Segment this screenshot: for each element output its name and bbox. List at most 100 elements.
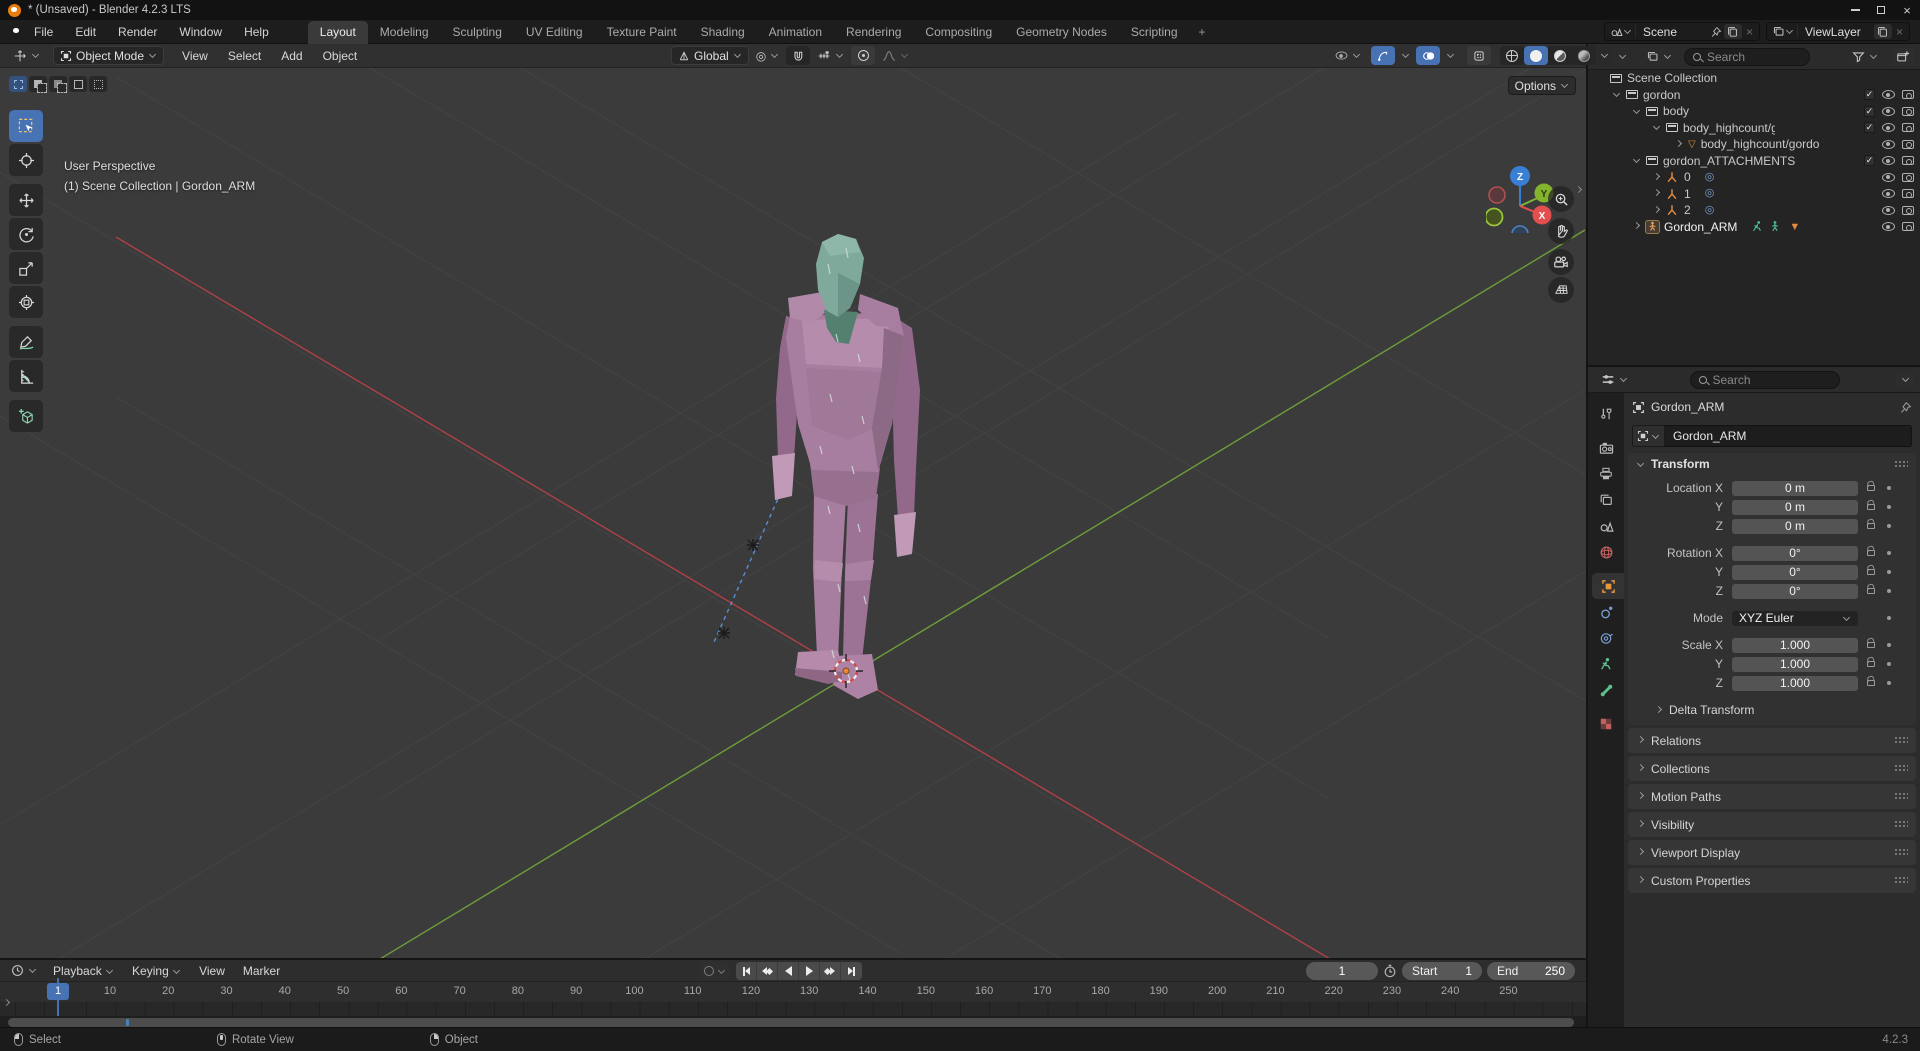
expand-icon[interactable] [1633, 156, 1640, 163]
transform-orientation-dropdown[interactable]: Global [671, 46, 749, 65]
select-mode-extend[interactable] [29, 76, 47, 92]
properties-search-input[interactable]: Search [1690, 371, 1840, 389]
shading-material-button[interactable] [1548, 46, 1572, 65]
render-visibility-icon[interactable] [1902, 206, 1914, 215]
tab-sculpting[interactable]: Sculpting [441, 21, 514, 44]
shading-dropdown[interactable] [1596, 46, 1613, 65]
expand-icon[interactable] [1653, 189, 1660, 196]
panel-drag-handle[interactable] [1894, 876, 1908, 885]
jump-to-start-button[interactable] [736, 962, 757, 980]
hide-eye-icon[interactable] [1882, 189, 1895, 198]
tab-scripting[interactable]: Scripting [1119, 21, 1190, 44]
play-reverse-button[interactable] [778, 962, 799, 980]
hide-eye-icon[interactable] [1882, 206, 1895, 215]
timeline-menu-keying[interactable]: Keying [123, 964, 190, 978]
panel-drag-handle[interactable] [1894, 792, 1908, 801]
location-z-field[interactable]: 0 m [1732, 519, 1858, 534]
scene-name[interactable]: Scene [1636, 25, 1710, 39]
expand-icon[interactable] [1675, 140, 1682, 147]
outliner-row-body-highcount-collection[interactable]: body_highcount/gordon/Gord ✓ [1588, 120, 1920, 137]
object-name-field[interactable]: Gordon_ARM [1665, 425, 1912, 447]
lock-icon[interactable] [1867, 588, 1875, 594]
properties-options-button[interactable] [1896, 372, 1914, 387]
render-visibility-icon[interactable] [1902, 123, 1914, 132]
maximize-button[interactable] [1868, 0, 1894, 20]
visibility-panel-header[interactable]: Visibility [1628, 812, 1916, 837]
timeline-editor[interactable]: Playback Keying View Marker 1 [0, 958, 1586, 1027]
character-model[interactable] [772, 234, 920, 699]
tool-transform[interactable] [9, 286, 43, 318]
viewport-3d[interactable]: Object Mode View Select Add Object Globa… [0, 44, 1586, 958]
rotation-y-field[interactable]: 0° [1732, 565, 1858, 580]
pin-icon[interactable] [1710, 26, 1722, 38]
expand-icon[interactable] [1633, 222, 1640, 229]
expand-icon[interactable] [1613, 90, 1620, 97]
gizmo-dropdown[interactable] [1398, 46, 1413, 65]
object-type-dropdown[interactable] [1632, 425, 1665, 447]
snap-toggle[interactable] [786, 46, 810, 65]
render-visibility-icon[interactable] [1902, 189, 1914, 198]
animate-dot[interactable] [1887, 589, 1891, 593]
timeline-menu-view[interactable]: View [190, 964, 234, 978]
tab-scene[interactable] [1588, 513, 1624, 539]
editor-type-button[interactable] [6, 46, 47, 65]
proportional-falloff-dropdown[interactable] [875, 46, 916, 65]
show-gizmo-toggle[interactable] [1371, 46, 1395, 65]
next-keyframe-button[interactable] [820, 962, 841, 980]
outliner-row-gordon[interactable]: gordon ✓ [1588, 87, 1920, 104]
scene-selector[interactable]: Scene × [1604, 22, 1760, 41]
timeline-menu-playback[interactable]: Playback [44, 964, 123, 978]
shading-solid-button[interactable] [1524, 46, 1548, 65]
delta-transform-panel-header[interactable]: Delta Transform [1628, 694, 1906, 717]
tab-output[interactable] [1588, 461, 1624, 487]
tab-texture-paint[interactable]: Texture Paint [595, 21, 689, 44]
lock-icon[interactable] [1867, 680, 1875, 686]
collapse-sidebar-icon[interactable] [1574, 183, 1583, 197]
transform-panel-header[interactable]: Transform [1628, 453, 1916, 475]
expand-icon[interactable] [1653, 206, 1660, 213]
properties-editor-type-button[interactable] [1594, 370, 1635, 389]
timeline-left-chevron[interactable] [2, 996, 11, 1010]
zoom-button[interactable] [1548, 186, 1574, 212]
outliner-row-gordon-attachments[interactable]: gordon_ATTACHMENTS ✓ [1588, 153, 1920, 170]
motion-paths-panel-header[interactable]: Motion Paths [1628, 784, 1916, 809]
orthographic-toggle-button[interactable] [1548, 277, 1574, 303]
panel-drag-handle[interactable] [1894, 736, 1908, 745]
tab-uv-editing[interactable]: UV Editing [514, 21, 595, 44]
tool-add-cube[interactable] [9, 400, 43, 432]
tool-move[interactable] [9, 184, 43, 216]
menu-window[interactable]: Window [168, 25, 233, 39]
tab-render[interactable] [1588, 435, 1624, 461]
overlays-dropdown[interactable] [1443, 46, 1458, 65]
shading-rendered-button[interactable] [1572, 46, 1596, 65]
auto-keying-button[interactable] [700, 962, 730, 980]
outliner-search-input[interactable]: Search [1684, 48, 1810, 66]
animate-dot[interactable] [1887, 616, 1891, 620]
hide-eye-icon[interactable] [1882, 156, 1895, 165]
tool-scale[interactable] [9, 252, 43, 284]
outliner-row-scene-collection[interactable]: Scene Collection [1588, 70, 1920, 87]
rotation-mode-dropdown[interactable]: XYZ Euler [1732, 611, 1858, 626]
viewlayer-name[interactable]: ViewLayer [1798, 25, 1872, 39]
expand-icon[interactable] [1653, 173, 1660, 180]
pin-id-icon[interactable] [1899, 401, 1912, 414]
tab-physics[interactable] [1588, 599, 1624, 625]
render-visibility-icon[interactable] [1902, 140, 1914, 149]
tab-layout[interactable]: Layout [308, 21, 368, 44]
outliner-row-empty-1[interactable]: 1 ◎ [1588, 186, 1920, 203]
hide-eye-icon[interactable] [1882, 222, 1895, 231]
animate-dot[interactable] [1887, 643, 1891, 647]
animate-dot[interactable] [1887, 570, 1891, 574]
copy-scene-button[interactable] [1724, 24, 1742, 39]
viewport-canvas[interactable]: Z Y X User Perspective (1) Scene Collect… [0, 68, 1586, 958]
panel-drag-handle[interactable] [1894, 460, 1908, 469]
lock-icon[interactable] [1867, 569, 1875, 575]
tab-compositing[interactable]: Compositing [913, 21, 1004, 44]
tab-constraints[interactable] [1588, 625, 1624, 651]
show-overlays-toggle[interactable] [1416, 46, 1440, 65]
scale-y-field[interactable]: 1.000 [1732, 657, 1858, 672]
viewport-menu-add[interactable]: Add [271, 49, 312, 63]
scene-icon[interactable] [1607, 25, 1636, 38]
render-visibility-icon[interactable] [1902, 222, 1914, 231]
tool-cursor[interactable] [9, 144, 43, 176]
